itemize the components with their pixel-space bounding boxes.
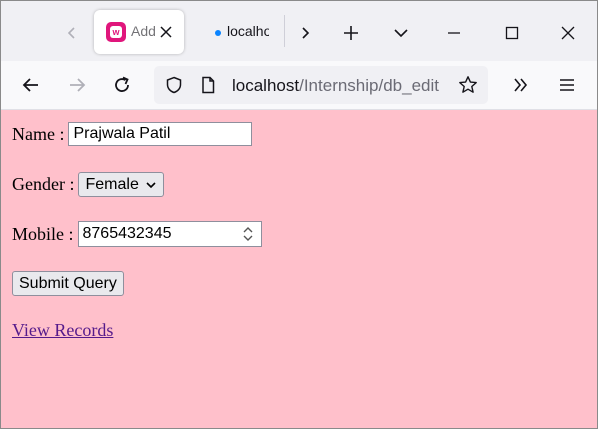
maximize-icon[interactable]: [497, 18, 527, 48]
mobile-label: Mobile :: [12, 223, 74, 244]
tab-inactive-title: localhost: [227, 23, 269, 39]
tab-active[interactable]: w Add: [94, 10, 184, 54]
submit-row: Submit Query: [12, 271, 124, 296]
nav-toolbar: localhost/Internship/db_edit: [1, 61, 597, 110]
name-input[interactable]: Prajwala Patil: [68, 122, 253, 146]
reload-icon[interactable]: [107, 70, 137, 100]
chevron-down-icon: [145, 179, 157, 191]
window-close-icon[interactable]: [553, 18, 583, 48]
tab-active-title: Add: [131, 23, 156, 39]
tab-strip: w Add localhost: [1, 1, 597, 61]
spinner-arrows-icon[interactable]: [239, 224, 257, 244]
name-row: Name : Prajwala Patil: [12, 122, 253, 146]
view-records-link[interactable]: View Records: [12, 320, 113, 341]
browser-window: w Add localhost: [0, 0, 598, 429]
overflow-chevron-icon[interactable]: [506, 70, 536, 100]
tab-loading-dot-icon: [215, 30, 221, 36]
tab-scroll-right-icon[interactable]: [290, 18, 320, 48]
submit-button[interactable]: Submit Query: [12, 271, 124, 296]
name-label: Name :: [12, 123, 65, 144]
gender-select-value: Female: [85, 175, 139, 193]
minimize-icon[interactable]: [439, 18, 469, 48]
url-bar[interactable]: localhost/Internship/db_edit: [154, 66, 488, 104]
tab-inactive[interactable]: localhost: [196, 10, 282, 54]
back-icon[interactable]: [16, 70, 46, 100]
tab-close-icon[interactable]: [156, 22, 176, 42]
menu-icon[interactable]: [552, 70, 582, 100]
mobile-row: Mobile : 8765432345: [12, 221, 262, 247]
shield-icon[interactable]: [164, 75, 184, 95]
page-icon[interactable]: [198, 75, 218, 95]
gender-row: Gender : Female: [12, 172, 164, 197]
tab-scroll-left-icon[interactable]: [58, 19, 86, 47]
mobile-input-value: 8765432345: [82, 225, 172, 242]
bookmark-star-icon[interactable]: [458, 75, 478, 95]
tab-divider: [284, 15, 285, 47]
gender-label: Gender :: [12, 174, 75, 194]
page-content: Name : Prajwala Patil Gender : Female Mo…: [1, 110, 597, 428]
forward-icon[interactable]: [62, 70, 92, 100]
url-text[interactable]: localhost/Internship/db_edit: [232, 76, 446, 96]
app-favicon-icon: w: [106, 22, 126, 42]
link-row: View Records: [12, 320, 113, 341]
list-tabs-icon[interactable]: [386, 18, 416, 48]
new-tab-icon[interactable]: [336, 18, 366, 48]
mobile-input[interactable]: 8765432345: [77, 221, 262, 247]
gender-select[interactable]: Female: [78, 172, 164, 197]
